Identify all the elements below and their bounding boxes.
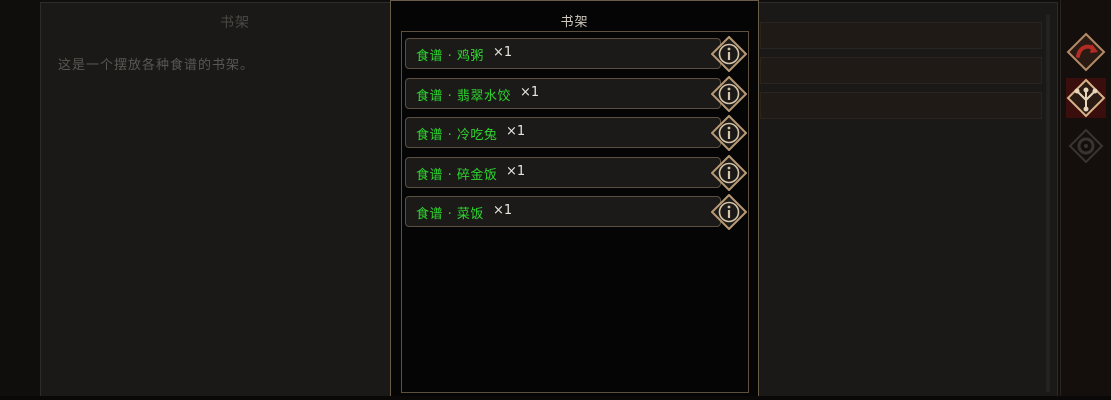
recipe-list: 食谱 · 鸡粥 ×1 食谱 · 翡翠水饺 ×1 食谱 · 冷吃兔 ×1 食谱 ·…: [405, 36, 747, 236]
background-slot: [760, 22, 1042, 49]
right-sidebar: [1060, 0, 1111, 400]
recipe-item-name: 食谱 · 碎金饭: [416, 167, 498, 183]
background-scrollbar[interactable]: [1046, 14, 1050, 392]
info-button[interactable]: [711, 75, 747, 112]
background-slot: [760, 57, 1042, 84]
info-button[interactable]: [711, 154, 747, 191]
info-button[interactable]: [711, 36, 747, 72]
info-icon: [711, 36, 747, 72]
recipe-item-quantity: ×1: [520, 84, 540, 100]
info-button[interactable]: [711, 194, 747, 230]
recipe-item-name: 食谱 · 鸡粥: [416, 49, 484, 64]
info-icon: [711, 75, 747, 112]
return-arrow-button[interactable]: [1066, 32, 1106, 72]
recipe-item[interactable]: 食谱 · 翡翠水饺 ×1: [405, 75, 747, 112]
skill-tree-button[interactable]: [1066, 78, 1106, 118]
info-button[interactable]: [711, 115, 747, 151]
recipe-item-name: 食谱 · 翡翠水饺: [416, 88, 511, 104]
recipe-item-quantity: ×1: [506, 163, 526, 179]
recipe-item[interactable]: 食谱 · 菜饭 ×1: [405, 194, 747, 230]
background-panel-description: 这是一个摆放各种食谱的书架。: [58, 58, 255, 73]
tree-branch-icon: [1066, 78, 1106, 118]
recipe-item[interactable]: 食谱 · 鸡粥 ×1: [405, 36, 747, 72]
gear-icon: [1068, 128, 1104, 164]
recipe-item[interactable]: 食谱 · 冷吃兔 ×1: [405, 115, 747, 151]
recipe-item-quantity: ×1: [493, 203, 513, 218]
recipe-item[interactable]: 食谱 · 碎金饭 ×1: [405, 154, 747, 191]
info-icon: [711, 115, 747, 151]
settings-button[interactable]: [1066, 126, 1106, 166]
background-slot: [760, 92, 1042, 119]
info-icon: [711, 154, 747, 191]
return-arrow-icon: [1066, 32, 1106, 72]
recipe-item-name: 食谱 · 菜饭: [416, 207, 484, 222]
recipe-item-name: 食谱 · 冷吃兔: [416, 128, 498, 143]
background-panel-title: 书架: [220, 15, 250, 31]
recipe-item-quantity: ×1: [493, 45, 513, 60]
recipe-item-quantity: ×1: [506, 124, 526, 139]
background-slot-list: [760, 22, 1042, 127]
bottom-strip: [0, 396, 1111, 400]
modal-title: 书架: [560, 15, 589, 30]
info-icon: [711, 194, 747, 230]
